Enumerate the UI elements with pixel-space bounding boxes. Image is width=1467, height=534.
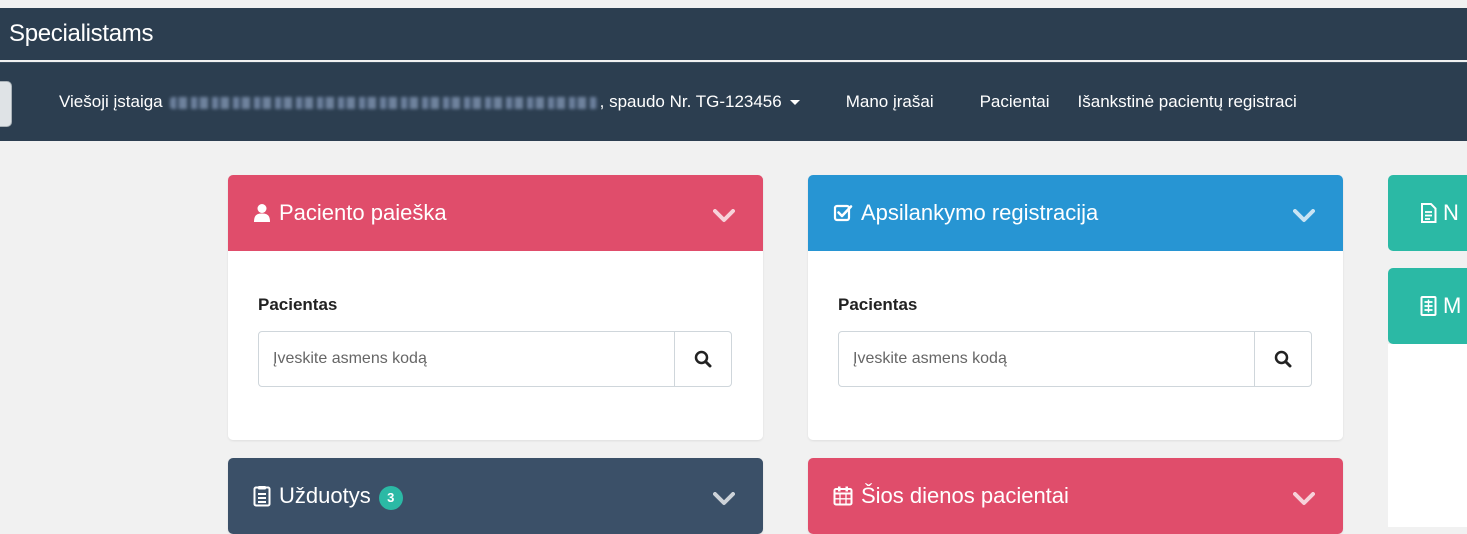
visit-registration-title: Apsilankymo registracija	[861, 200, 1099, 225]
user-icon	[253, 203, 271, 223]
side-tile-new-document[interactable]: N	[1388, 175, 1467, 251]
visit-registration-header[interactable]: Apsilankymo registracija	[808, 175, 1343, 251]
search-icon	[1274, 350, 1292, 368]
personal-code-input[interactable]	[259, 332, 674, 386]
visit-registration-panel: Apsilankymo registracija Pacientas	[808, 175, 1343, 440]
visit-search-input-group	[838, 331, 1312, 387]
tasks-count-badge: 3	[378, 486, 403, 510]
search-button[interactable]	[1254, 332, 1311, 386]
visit-registration-body: Pacientas	[808, 251, 1343, 440]
chevron-down-icon[interactable]	[1293, 486, 1315, 512]
patient-search-input-group	[258, 331, 732, 387]
chevron-down-icon[interactable]	[1293, 203, 1315, 229]
side-panel-body	[1388, 344, 1467, 527]
todays-patients-header[interactable]: Šios dienos pacientai	[808, 458, 1343, 534]
todays-patients-panel: Šios dienos pacientai	[808, 458, 1343, 534]
nav-item-preregistration[interactable]: Išankstinė pacientų registraci	[1078, 92, 1297, 112]
sidebar-toggle[interactable]	[0, 81, 12, 127]
calendar-icon	[833, 486, 853, 506]
todays-patients-title: Šios dienos pacientai	[861, 483, 1069, 508]
app-title[interactable]: Specialistams	[9, 20, 153, 48]
tasks-header[interactable]: Užduotys 3	[228, 458, 763, 534]
institution-suffix: , spaudo Nr. TG-123456	[599, 92, 782, 111]
institution-dropdown[interactable]: Viešoji įstaiga , spaudo Nr. TG-123456	[59, 92, 800, 112]
side-tile-label: M	[1443, 293, 1462, 318]
redacted-institution-name	[169, 96, 598, 109]
patient-search-title: Paciento paieška	[279, 200, 447, 225]
nav-item-patients[interactable]: Pacientai	[980, 92, 1050, 112]
caret-down-icon	[789, 100, 800, 106]
patient-search-header[interactable]: Paciento paieška	[228, 175, 763, 251]
tasks-panel: Užduotys 3	[228, 458, 763, 534]
patient-search-panel: Paciento paieška Pacientas	[228, 175, 763, 440]
list-document-icon	[1420, 296, 1437, 316]
institution-prefix: Viešoji įstaiga	[59, 92, 163, 111]
side-tile-medical-records[interactable]: M	[1388, 268, 1467, 344]
tasks-title: Užduotys	[279, 483, 371, 508]
patient-field-label: Pacientas	[258, 295, 338, 314]
main-navbar: Viešoji įstaiga , spaudo Nr. TG-123456 Ma…	[0, 62, 1467, 141]
personal-code-input[interactable]	[839, 332, 1254, 386]
chevron-down-icon[interactable]	[713, 203, 735, 229]
clipboard-icon	[253, 485, 271, 507]
document-icon	[1420, 203, 1437, 223]
search-button[interactable]	[674, 332, 731, 386]
chevron-down-icon[interactable]	[713, 486, 735, 512]
patient-field-label: Pacientas	[838, 295, 918, 314]
search-icon	[694, 350, 712, 368]
side-tile-label: N	[1443, 200, 1459, 225]
nav-item-my-records[interactable]: Mano įrašai	[846, 92, 934, 112]
patient-search-body: Pacientas	[228, 251, 763, 440]
check-square-icon	[833, 203, 853, 223]
nav-items: Viešoji įstaiga , spaudo Nr. TG-123456 Ma…	[59, 63, 1297, 141]
app-header: Specialistams	[0, 8, 1467, 60]
